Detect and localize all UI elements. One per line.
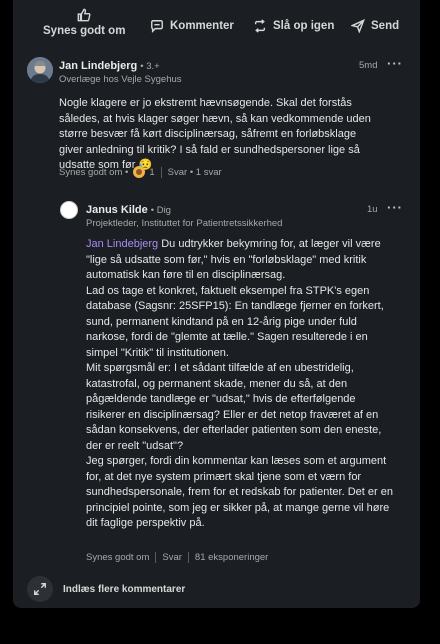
connection-degree: • 3.+ [140,61,160,72]
comment-label: Kommenter [170,20,234,32]
load-more-label: Indlæs flere kommentarer [63,583,186,595]
comment-body: Nogle klagere er jo ekstremt hævnsøgende… [59,97,371,171]
impressions-count: 81 eksponeringer [194,552,269,563]
thumbs-up-icon [77,8,91,22]
author-headline: Overlæge hos Vejle Sygehus [59,74,182,85]
repost-button[interactable]: Slå op igen [253,19,334,33]
reaction-count[interactable]: 1 [149,167,154,178]
reply-paragraph: Jan Lindebjerg Du udtrykker bekymring fo… [86,238,381,281]
repost-icon [254,19,266,33]
reply-reply-button[interactable]: Svar [162,552,182,563]
reply-paragraph: Jeg spørger, fordi din kommentar kan læs… [86,455,393,529]
reply-social-bar: Synes godt om Svar 81 eksponeringer [86,552,268,563]
reply-body: Jan Lindebjerg Du udtrykker bekymring fo… [86,237,396,532]
divider [187,552,189,563]
comment-button[interactable]: Kommenter [150,19,234,33]
comment-social-bar: Synes godt om • 1 Svar • 1 svar [59,166,222,178]
reply-author[interactable]: Janus Kilde • Dig [86,204,171,216]
expand-icon [27,576,53,602]
reply-timestamp: 1u [367,204,378,215]
comment-icon [151,20,163,33]
repost-label: Slå op igen [273,20,335,32]
send-icon [351,19,365,33]
reply-like-button[interactable]: Synes godt om [86,552,149,563]
comment-author[interactable]: Jan Lindebjerg • 3.+ [59,60,160,72]
divider [160,166,162,178]
more-options-icon[interactable]: ··· [387,200,403,215]
like-label: Synes godt om [43,25,126,37]
comment-timestamp: 5md [359,60,378,71]
avatar[interactable] [27,57,53,83]
comments-card: Synes godt om Kommenter Slå op igen Send [13,0,420,608]
more-options-icon[interactable]: ··· [387,56,403,71]
comment-reply-button[interactable]: Svar • 1 svar [168,167,222,178]
author-headline: Projektleder, Instituttet for Patientret… [86,218,283,229]
divider [155,552,157,563]
reaction-icon [133,166,146,178]
author-name[interactable]: Janus Kilde [86,204,148,216]
send-button[interactable]: Send [351,19,399,33]
send-label: Send [371,20,400,32]
reply-paragraph: Mit spørgsmål er: I et sådant tilfælde a… [86,362,382,452]
like-button[interactable]: Synes godt om [43,8,125,37]
post-action-bar: Synes godt om Kommenter Slå op igen Send [13,0,420,46]
author-name[interactable]: Jan Lindebjerg [59,60,137,72]
comment-like-button[interactable]: Synes godt om • [59,167,128,178]
reply-paragraph: Lad os tage et konkret, faktuelt eksempe… [86,284,384,359]
connection-degree: • Dig [150,205,171,216]
load-more-comments-button[interactable]: Indlæs flere kommentarer [27,576,185,602]
mention-link[interactable]: Jan Lindebjerg [86,238,158,250]
avatar[interactable] [60,201,78,219]
